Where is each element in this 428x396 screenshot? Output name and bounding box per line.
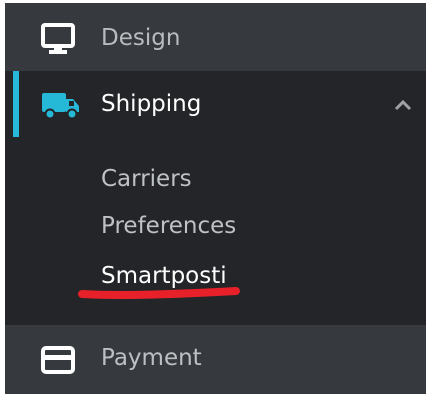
sidebar-item-design[interactable]: Design [5,3,426,71]
sidebar-item-label: Shipping [101,91,202,117]
chevron-up-icon[interactable] [393,97,413,116]
submenu-item-preferences[interactable]: Preferences [101,212,236,240]
sidebar-item-payment[interactable]: Payment [5,325,426,394]
sidebar-item-shipping[interactable]: Shipping [5,71,426,137]
sidebar-item-label: Design [101,25,181,51]
submenu-item-carriers[interactable]: Carriers [101,165,192,193]
credit-card-icon [41,346,75,378]
truck-icon [41,91,81,125]
red-underline-annotation [74,282,246,307]
sidebar-item-label: Payment [101,345,202,371]
screenshot-frame: Design Shipping Carriers Preferences Sma… [0,0,428,396]
admin-sidebar: Design Shipping Carriers Preferences Sma… [5,3,426,394]
desktop-monitor-icon [41,23,75,59]
active-indicator [13,71,19,137]
